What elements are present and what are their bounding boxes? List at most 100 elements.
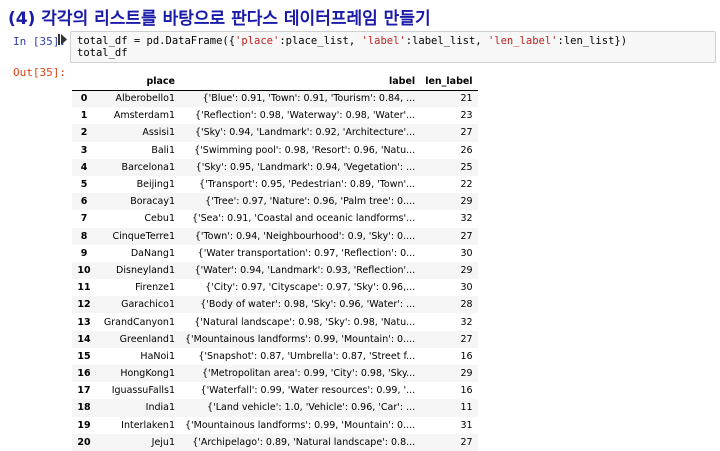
cell-len-label: 29 (460, 196, 473, 208)
cell-label: {'Transport': 0.95, 'Pedestrian': 0.89, … (199, 179, 416, 191)
row-index: 4 (80, 161, 88, 173)
column-header-label: label (180, 74, 421, 91)
cell-label: {'Mountainous landforms': 0.99, 'Mountai… (185, 419, 416, 431)
cell-label: {'Archipelago': 0.89, 'Natural landscape… (192, 436, 416, 448)
code-token: :label_list, (405, 35, 488, 47)
cell-len-label: 16 (460, 385, 473, 397)
cell-len-label: 11 (460, 402, 473, 414)
cell-place: HaNoi1 (140, 350, 175, 362)
cell-len-label: 31 (460, 419, 473, 431)
cell-label: {'Natural landscape': 0.98, 'Sky': 0.98,… (194, 316, 416, 328)
output-prompt: Out[35]: (13, 66, 66, 79)
cell-len-label: 25 (460, 161, 473, 173)
cell-label: {'Reflection': 0.98, 'Waterway': 0.98, '… (194, 110, 416, 122)
cell-label: {'Water transportation': 0.97, 'Reflecti… (197, 247, 416, 259)
row-index: 5 (80, 179, 88, 191)
cell-place: Disneyland1 (116, 264, 175, 276)
cell-len-label: 30 (460, 247, 473, 259)
cell-place: Alberobello1 (115, 93, 175, 105)
table-row: 13 GrandCanyon1 {'Natural landscape': 0.98… (72, 313, 478, 330)
cell-len-label: 29 (460, 264, 473, 276)
row-index: 16 (77, 368, 91, 380)
section-heading: (4) 각각의 리스트를 바탕으로 판다스 데이터프레임 만들기 (8, 9, 431, 29)
table-row: 0 Alberobello1 {'Blue': 0.91, 'Town': 0.91… (72, 90, 478, 108)
code-token: :len_list}) (557, 35, 628, 47)
table-row: 8 CinqueTerre1 {'Town': 0.94, 'Neighbourho… (72, 227, 478, 245)
table-row: 10 Disneyland1 {'Water': 0.94, 'Landmark':… (72, 261, 478, 280)
row-index: 7 (80, 213, 88, 225)
row-index: 20 (77, 436, 91, 448)
row-index: 13 (77, 316, 91, 328)
cell-place: Greenland1 (119, 333, 175, 345)
cell-place: GrandCanyon1 (103, 316, 175, 328)
row-index: 14 (77, 333, 91, 345)
cell-len-label: 28 (460, 299, 473, 311)
cell-len-label: 21 (460, 93, 473, 105)
row-index: 10 (77, 264, 91, 276)
cell-len-label: 30 (460, 282, 473, 294)
code-line-2: total_df (77, 47, 128, 59)
code-string-len: 'len_label' (487, 35, 558, 47)
column-header-len-label: len_label (420, 74, 478, 91)
cell-len-label: 23 (460, 110, 473, 122)
cell-len-label: 16 (460, 350, 473, 362)
table-row: 12 Garachico1 {'Body of water': 0.98, 'Sky… (72, 296, 478, 314)
column-header-place: place (96, 74, 180, 91)
table-row: 5 Beijing1 {'Transport': 0.95, 'Pedestrian… (72, 176, 478, 193)
row-index: 2 (80, 127, 88, 139)
cell-label: {'Tree': 0.97, 'Nature': 0.96, 'Palm tre… (205, 196, 416, 208)
cell-place: Cebu1 (144, 213, 175, 225)
cell-place: Amsterdam1 (113, 110, 175, 122)
row-index: 6 (80, 196, 88, 208)
cell-label: {'City': 0.97, 'Cityscape': 0.97, 'Sky':… (205, 282, 416, 294)
table-row: 14 Greenland1 {'Mountainous landforms': 0.… (72, 330, 478, 348)
cell-len-label: 32 (460, 213, 473, 225)
cell-label: {'Sea': 0.91, 'Coastal and oceanic landf… (191, 213, 416, 225)
table-row: 7 Cebu1 {'Sea': 0.91, 'Coastal and oceanic… (72, 210, 478, 227)
code-string-label: 'label' (361, 35, 406, 47)
row-index: 1 (80, 110, 88, 122)
table-row: 16 HongKong1 {'Metropolitan area': 0.99, '… (72, 365, 478, 383)
cell-place: Firenze1 (135, 282, 175, 294)
table-row: 19 Interlaken1 {'Mountainous landforms': 0… (72, 417, 478, 434)
cell-len-label: 27 (460, 333, 473, 345)
run-cell-icon[interactable] (58, 34, 67, 48)
table-row: 9 DaNang1 {'Water transportation': 0.97, '… (72, 245, 478, 262)
table-row: 1 Amsterdam1 {'Reflection': 0.98, 'Waterwa… (72, 107, 478, 124)
row-index: 0 (80, 93, 88, 105)
code-string-place: 'place' (235, 35, 280, 47)
row-index: 17 (77, 385, 91, 397)
table-row: 11 Firenze1 {'City': 0.97, 'Cityscape': 0.… (72, 279, 478, 296)
cell-place: Assisi1 (142, 127, 175, 139)
code-token: total_df = pd.DataFrame({ (77, 35, 236, 47)
cell-label: {'Town': 0.94, 'Neighbourhood': 0.9, 'Sk… (194, 230, 416, 242)
cell-label: {'Land vehicle': 1.0, 'Vehicle': 0.96, '… (207, 402, 416, 414)
cell-len-label: 26 (460, 144, 473, 156)
cell-place: Interlaken1 (121, 419, 175, 431)
cell-label: {'Waterfall': 0.99, 'Water resources': 0… (200, 385, 416, 397)
row-index: 12 (77, 299, 91, 311)
cell-place: IguassuFalls1 (111, 385, 175, 397)
cell-len-label: 27 (460, 127, 473, 139)
dataframe-table: place label len_label 0 Alberobello1 {'Blu… (72, 74, 478, 451)
cell-len-label: 27 (460, 230, 473, 242)
cell-label: {'Body of water': 0.98, 'Sky': 0.96, 'Wa… (200, 299, 416, 311)
input-prompt: In [35]: (13, 35, 66, 48)
table-row: 3 Bali1 {'Swimming pool': 0.98, 'Resort': … (72, 142, 478, 159)
cell-place: HongKong1 (120, 368, 175, 380)
table-row: 4 Barcelona1 {'Sky': 0.95, 'Landmark': 0.9… (72, 158, 478, 176)
cell-place: Beijing1 (136, 179, 175, 191)
row-index: 19 (77, 419, 91, 431)
cell-place: Garachico1 (121, 299, 175, 311)
table-row: 18 India1 {'Land vehicle': 1.0, 'Vehicle':… (72, 399, 478, 417)
cell-place: Boracay1 (130, 196, 175, 208)
table-body: 0 Alberobello1 {'Blue': 0.91, 'Town': 0.91… (72, 90, 478, 451)
table-row: 17 IguassuFalls1 {'Waterfall': 0.99, 'Wate… (72, 382, 478, 399)
table-header-row: place label len_label (72, 74, 478, 91)
code-editor[interactable]: total_df = pd.DataFrame({'place':place_l… (70, 31, 716, 63)
cell-label: {'Mountainous landforms': 0.99, 'Mountai… (185, 333, 416, 345)
cell-label: {'Sky': 0.95, 'Landmark': 0.94, 'Vegetat… (195, 161, 416, 173)
cell-label: {'Water': 0.94, 'Landmark': 0.93, 'Refle… (194, 264, 416, 276)
row-index: 15 (77, 350, 91, 362)
cell-len-label: 32 (460, 316, 473, 328)
